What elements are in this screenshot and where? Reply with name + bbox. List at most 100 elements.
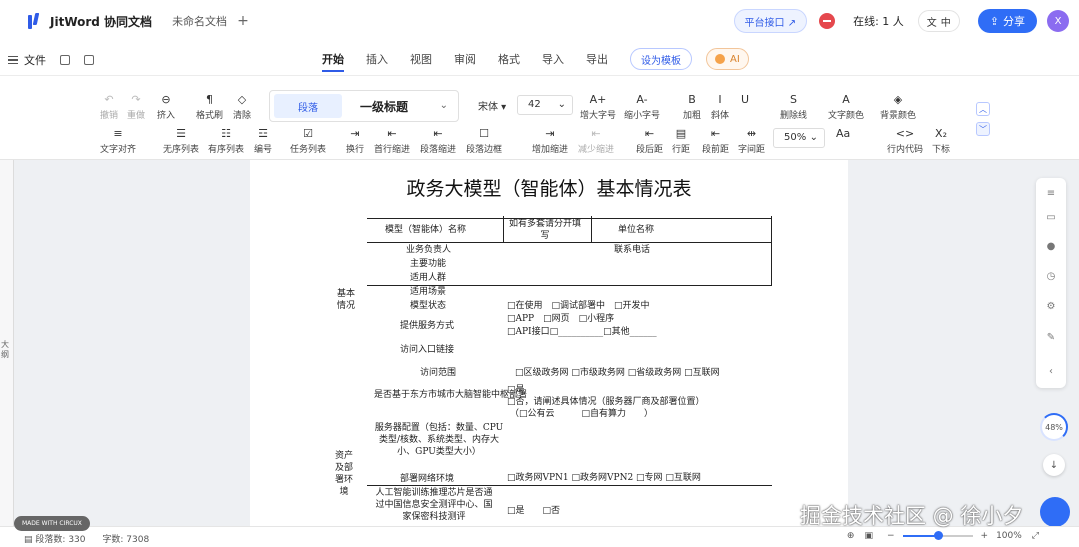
zoom-in-icon[interactable]: + bbox=[981, 531, 989, 541]
toolbar-row1-item-3[interactable]: ¶ 格式刷 bbox=[196, 94, 223, 122]
assistant-fab[interactable] bbox=[1040, 497, 1070, 527]
table-cell[interactable]: 访问范围 bbox=[420, 367, 456, 379]
table-cell[interactable]: 单位名称 bbox=[618, 224, 654, 236]
web-view-icon[interactable]: ⊕ bbox=[847, 531, 855, 541]
fullscreen-icon[interactable]: ⤢ bbox=[1032, 531, 1039, 541]
paragraph-style-chip[interactable]: 段落 bbox=[274, 94, 342, 118]
table-cell[interactable]: 模型状态 bbox=[410, 300, 446, 312]
toolbar-row1-item-2[interactable]: ⊖ 挤入 bbox=[157, 94, 175, 122]
toolbar-row2-item-7[interactable]: ⇤ 段落缩进 bbox=[420, 128, 456, 156]
toolbar-row2-item-13[interactable]: ⇤ 段前距 bbox=[702, 128, 729, 156]
tab-6[interactable]: 导出 bbox=[586, 42, 608, 76]
table-cell[interactable]: 部署网络环境 bbox=[400, 473, 454, 485]
language-switch-button[interactable]: 文 中 bbox=[917, 10, 960, 32]
zoom-select[interactable]: 50% ⌄ bbox=[773, 128, 825, 148]
platform-api-button[interactable]: 平台接口 ↗ bbox=[733, 9, 808, 33]
toolbar-row1-item-1[interactable]: ↷ 重做 bbox=[127, 94, 145, 122]
tab-5[interactable]: 导入 bbox=[542, 42, 564, 76]
table-cell[interactable]: □是 □否 bbox=[507, 505, 560, 517]
toolbar-row2-item-6[interactable]: ⇤ 首行缩进 bbox=[374, 128, 410, 156]
toolbar-row1-item-10[interactable]: S 删除线 bbox=[780, 94, 807, 122]
stop-recording-icon[interactable] bbox=[819, 13, 836, 29]
table-cell[interactable]: 适用场景 bbox=[410, 286, 446, 298]
document-tab[interactable]: 未命名文档 bbox=[172, 13, 227, 29]
table-cell[interactable]: □区级政务网 □市级政务网 □省级政务网 □互联网 bbox=[515, 367, 720, 379]
table-cell[interactable]: □在使用 □调试部署中 □开发中 bbox=[507, 300, 650, 312]
table-cell[interactable]: 是否基于东方市城市大脑智能中枢部署 bbox=[374, 389, 527, 401]
toolbar-row2-item-12[interactable]: ▤ 行距 bbox=[672, 128, 690, 156]
share-button[interactable]: ⇪ 分享 bbox=[977, 9, 1037, 33]
tab-2[interactable]: 视图 bbox=[410, 42, 432, 76]
table-cell[interactable]: □是 bbox=[507, 384, 525, 396]
toolbar-row2-item-15[interactable]: Aa bbox=[836, 128, 850, 142]
table-cell[interactable]: 模型（智能体）名称 bbox=[385, 224, 466, 236]
toolbar-row1-item-9[interactable]: U bbox=[741, 94, 749, 108]
zoom-out-icon[interactable]: − bbox=[887, 531, 895, 541]
history-icon[interactable]: ◷ bbox=[1045, 271, 1057, 283]
table-cell[interactable]: 主要功能 bbox=[410, 258, 446, 270]
tab-3[interactable]: 审阅 bbox=[454, 42, 476, 76]
page-view-icon[interactable]: ▣ bbox=[864, 531, 873, 541]
font-size-select[interactable]: 42 ⌄ bbox=[517, 95, 573, 115]
collapse-icon[interactable]: ‹ bbox=[1045, 366, 1057, 378]
zoom-slider-knob[interactable] bbox=[933, 531, 943, 540]
settings-icon[interactable]: ⚙ bbox=[1045, 301, 1057, 313]
document-title[interactable]: 政务大模型（智能体）基本情况表 bbox=[250, 174, 848, 201]
document-page[interactable]: 政务大模型（智能体）基本情况表 模型（智能体）名称 如有多套请分开填写 单位名称业务… bbox=[250, 160, 848, 526]
toolbar-row2-item-0[interactable]: ≡ 文字对齐 bbox=[100, 128, 136, 156]
table-cell[interactable]: □否，请阐述具体情况（服务器厂商及部署位置） bbox=[507, 396, 705, 408]
toolbar-row1-item-8[interactable]: I 斜体 bbox=[711, 94, 729, 122]
info-icon[interactable]: ● bbox=[1045, 241, 1057, 253]
file-menu[interactable]: 文件 bbox=[24, 52, 46, 68]
toolbar-row2-item-10[interactable]: ⇤ 减少缩进 bbox=[578, 128, 614, 156]
toolbar-row1-item-12[interactable]: ◈ 背景颜色 bbox=[880, 94, 916, 122]
toolbar-row2-item-4[interactable]: ☑ 任务列表 bbox=[290, 128, 326, 156]
set-template-button[interactable]: 设为模板 bbox=[630, 48, 692, 70]
tab-0[interactable]: 开始 bbox=[322, 42, 344, 76]
toolbar-row2-item-17[interactable]: X₂ 下标 bbox=[932, 128, 950, 156]
table-cell[interactable]: □政务网VPN1 □政务网VPN2 □专网 □互联网 bbox=[507, 472, 701, 484]
tab-1[interactable]: 插入 bbox=[366, 42, 388, 76]
toolbar-row2-item-16[interactable]: <> 行内代码 bbox=[887, 128, 923, 156]
toolbar-row1-item-11[interactable]: A 文字颜色 bbox=[828, 94, 864, 122]
outline-gutter[interactable]: 大纲 bbox=[0, 160, 14, 526]
toolbar-row2-item-5[interactable]: ⇥ 换行 bbox=[346, 128, 364, 156]
user-avatar[interactable]: X bbox=[1047, 10, 1069, 32]
toolbar-row1-item-0[interactable]: ↶ 撤销 bbox=[100, 94, 118, 122]
table-cell[interactable]: 如有多套请分开填写 bbox=[505, 218, 585, 242]
toolbar-row1-item-7[interactable]: B 加粗 bbox=[683, 94, 701, 122]
table-cell[interactable]: 业务负责人 bbox=[406, 244, 451, 256]
pen-icon[interactable]: ✎ bbox=[1045, 332, 1057, 344]
new-tab-button[interactable]: + bbox=[237, 13, 249, 29]
tab-4[interactable]: 格式 bbox=[498, 42, 520, 76]
table-cell[interactable]: （□公有云 □自有算力 ） bbox=[510, 408, 653, 420]
table-cell[interactable]: 提供服务方式 bbox=[400, 320, 454, 332]
table-cell[interactable]: 人工智能训练推理芯片是否通过中国信息安全测评中心、国家保密科技测评 bbox=[374, 487, 494, 523]
app-logo[interactable]: JitWord 协同文档 bbox=[28, 13, 152, 30]
table-cell[interactable]: 联系电话 bbox=[614, 244, 650, 256]
collapse-up-icon[interactable]: ︿ bbox=[976, 102, 990, 116]
comment-icon[interactable]: ▭ bbox=[1045, 212, 1057, 224]
toolbar-row2-item-1[interactable]: ☰ 无序列表 bbox=[163, 128, 199, 156]
table-cell[interactable]: □API接口□__________□其他______ bbox=[507, 326, 657, 338]
table-cell[interactable]: 访问入口链接 bbox=[400, 344, 454, 356]
toolbar-row1-item-5[interactable]: A+ 增大字号 bbox=[580, 94, 616, 122]
save-icon[interactable] bbox=[60, 55, 70, 65]
toolbar-row2-item-11[interactable]: ⇤ 段后距 bbox=[636, 128, 663, 156]
paragraph-style-select[interactable]: 段落 一级标题 ⌄ bbox=[269, 90, 459, 122]
font-family-select[interactable]: 宋体 ▾ bbox=[478, 98, 506, 113]
list-icon[interactable]: ≡ bbox=[1045, 188, 1057, 200]
zoom-slider[interactable] bbox=[902, 531, 973, 540]
toolbar-row2-item-9[interactable]: ⇥ 增加缩进 bbox=[532, 128, 568, 156]
print-icon[interactable] bbox=[84, 55, 94, 65]
menu-icon[interactable] bbox=[8, 56, 18, 64]
expand-down-icon[interactable]: ﹀ bbox=[976, 122, 990, 136]
table-cell[interactable]: 基本情况 bbox=[336, 288, 356, 312]
table-cell[interactable]: 服务器配置（包括：数量、CPU类型/核数、系统类型、内存大小、GPU类型大小） bbox=[374, 422, 504, 458]
table-cell[interactable]: □APP □网页 □小程序 bbox=[507, 313, 614, 325]
toolbar-row2-item-8[interactable]: ☐ 段落边框 bbox=[466, 128, 502, 156]
ai-button[interactable]: AI bbox=[706, 48, 749, 70]
toolbar-row2-item-2[interactable]: ☷ 有序列表 bbox=[208, 128, 244, 156]
toolbar-row1-item-6[interactable]: A- 缩小字号 bbox=[624, 94, 660, 122]
toolbar-row2-item-3[interactable]: ☲ 编号 bbox=[254, 128, 272, 156]
